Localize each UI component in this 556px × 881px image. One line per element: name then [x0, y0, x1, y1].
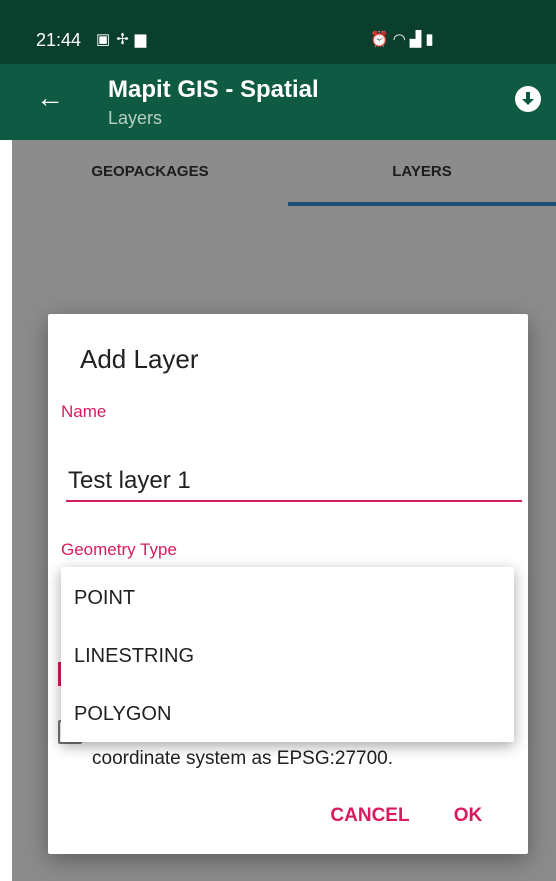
name-field[interactable]	[66, 462, 522, 502]
checkbox-description: coordinate system as EPSG:27700.	[92, 748, 393, 769]
status-notification-icons: ▣✢▆	[96, 30, 152, 48]
status-time: 21:44	[36, 30, 82, 50]
status-system-icons: ⏰◠▟▮	[370, 30, 438, 48]
app-subtitle: Layers	[108, 108, 163, 128]
alarm-icon: ⏰	[370, 31, 393, 48]
status-bar: 21:44 ▣✢▆ ⏰◠▟▮	[0, 0, 556, 64]
ok-button[interactable]: OK	[440, 796, 496, 836]
geometry-type-label: Geometry Type	[61, 540, 177, 559]
sd-card-icon: ▆	[134, 31, 153, 48]
app-title: Mapit GIS - Spatial	[108, 76, 319, 103]
geometry-type-dropdown: POINT LINESTRING POLYGON	[61, 567, 514, 742]
signal-icon: ▟	[409, 31, 426, 48]
wifi-icon: ◠	[392, 31, 410, 48]
name-field-label: Name	[61, 402, 107, 421]
download-icon[interactable]	[515, 86, 541, 112]
dialog-title: Add Layer	[80, 344, 199, 374]
back-arrow-icon[interactable]: ←	[36, 84, 64, 112]
app-bar: ← Mapit GIS - Spatial Layers	[0, 64, 556, 140]
dropdown-option-point[interactable]: POINT	[61, 569, 514, 627]
usb-icon: ✢	[116, 31, 135, 48]
cancel-button[interactable]: CANCEL	[320, 796, 420, 836]
battery-icon: ▮	[425, 31, 438, 48]
dropdown-option-polygon[interactable]: POLYGON	[61, 685, 514, 743]
dropdown-option-linestring[interactable]: LINESTRING	[61, 627, 514, 685]
image-icon: ▣	[96, 31, 117, 48]
